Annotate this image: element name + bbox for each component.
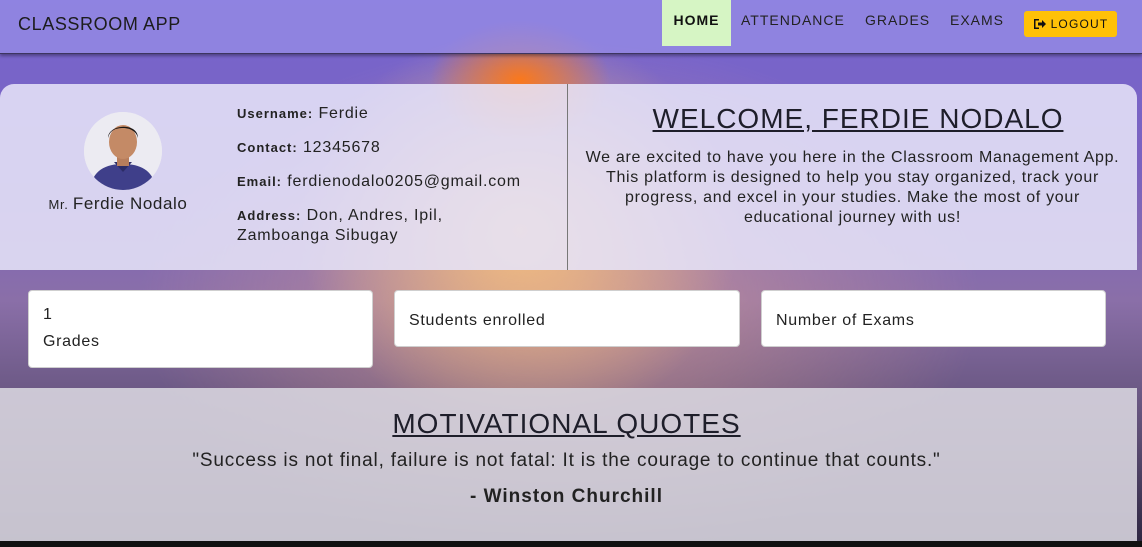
quote-text: "Success is not final, failure is not fa… [192, 450, 941, 471]
info-address: Address: Don, Andres, Ipil, Zamboanga Si… [237, 206, 477, 246]
contact-value: 12345678 [302, 139, 381, 156]
info-contact: Contact: 12345678 [237, 138, 557, 158]
stat-grades-label: Grades [43, 333, 100, 350]
address-label: Address: [237, 208, 302, 223]
username-value: Ferdie [318, 105, 369, 122]
welcome-title: WELCOME, FERDIE NODALO [652, 103, 1064, 134]
contact-label: Contact: [237, 140, 298, 155]
profile-card: Mr. Ferdie Nodalo Username: Ferdie Conta… [0, 84, 1137, 270]
nav-exams-link[interactable]: EXAMS [950, 0, 1004, 46]
email-label: Email: [237, 174, 283, 189]
stat-students-label: Students enrolled [409, 312, 546, 329]
quote-author: - Winston Churchill [470, 486, 663, 507]
nav-grades-link[interactable]: GRADES [865, 0, 930, 46]
email-value: ferdienodalo0205@gmail.com [287, 173, 521, 190]
stat-card-students: Students enrolled [394, 290, 740, 347]
navbar: CLASSROOM APP HOME ATTENDANCE GRADES EXA… [0, 0, 1142, 54]
teacher-title: Mr. [48, 197, 69, 212]
stat-card-exams: Number of Exams [761, 290, 1106, 347]
sign-out-icon [1033, 19, 1046, 29]
teacher-name: Mr. Ferdie Nodalo [0, 194, 236, 214]
info-email: Email: ferdienodalo0205@gmail.com [237, 172, 557, 192]
welcome-text: We are excited to have you here in the C… [585, 149, 1120, 226]
logout-button[interactable]: LOGOUT [1024, 11, 1117, 37]
nav-home-link[interactable]: HOME [662, 0, 731, 46]
logout-label: LOGOUT [1050, 17, 1109, 31]
quotes-section: MOTIVATIONAL QUOTES "Success is not fina… [0, 388, 1137, 541]
nav-attendance-link[interactable]: ATTENDANCE [741, 0, 845, 46]
stat-grades-value: 1 [43, 306, 53, 323]
bottom-bar [0, 541, 1142, 547]
avatar [84, 112, 162, 190]
info-username: Username: Ferdie [237, 104, 557, 124]
app-brand[interactable]: CLASSROOM APP [18, 14, 181, 35]
teacher-full-name: Ferdie Nodalo [72, 194, 188, 213]
profile-photo [84, 112, 162, 190]
stat-exams-label: Number of Exams [776, 312, 915, 329]
stat-card-grades: 1 Grades [28, 290, 373, 368]
username-label: Username: [237, 106, 314, 121]
quotes-title: MOTIVATIONAL QUOTES [392, 408, 741, 439]
